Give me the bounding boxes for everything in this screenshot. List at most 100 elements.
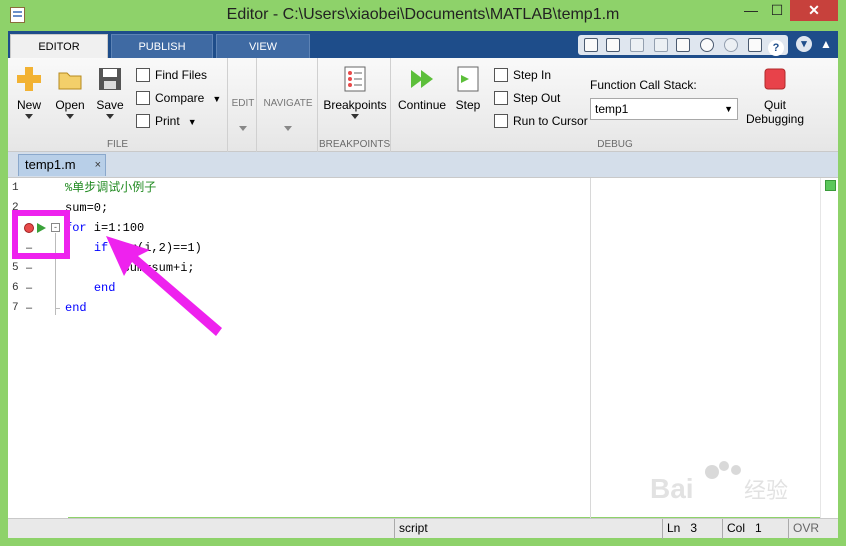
paste-icon[interactable] — [676, 38, 690, 52]
document-tab-name: temp1.m — [25, 157, 76, 172]
debug-group: Continue Step Step In Step Out Run to Cu… — [392, 58, 838, 152]
status-bar: script Ln 3 Col 1 OVR — [8, 518, 838, 539]
save-label: Save — [96, 98, 124, 112]
stop-icon — [764, 68, 786, 90]
quit-debugging-button[interactable]: Quit Debugging — [744, 66, 806, 126]
save-button[interactable]: Save — [94, 66, 126, 119]
breakpoints-group-label: BREAKPOINTS — [319, 139, 391, 150]
step-icon — [457, 66, 479, 92]
switch-windows-icon[interactable] — [748, 38, 762, 52]
document-tab-temp1[interactable]: temp1.m × — [18, 154, 106, 176]
navigate-label: NAVIGATE — [263, 98, 313, 109]
ln-label: Ln — [667, 521, 681, 535]
step-out-button[interactable]: Step Out — [494, 89, 560, 107]
vertical-scrollbar[interactable] — [820, 178, 838, 518]
new-file-icon[interactable] — [584, 38, 598, 52]
code-text: i=1:100 — [86, 221, 145, 235]
navigate-group[interactable]: NAVIGATE — [258, 58, 318, 152]
tab-publish[interactable]: PUBLISH — [111, 34, 213, 58]
copy-icon[interactable] — [654, 38, 668, 52]
compare-button[interactable]: Compare ▼ — [136, 89, 221, 107]
ln-value: 3 — [690, 521, 698, 535]
edit-label: EDIT — [231, 98, 255, 109]
printer-icon — [136, 114, 150, 128]
chevron-down-icon — [25, 114, 33, 119]
svg-text:Bai: Bai — [650, 473, 694, 504]
step-button[interactable]: Step — [452, 66, 484, 112]
editor-window: Editor - C:\Users\xiaobei\Documents\MATL… — [0, 0, 846, 546]
chevron-down-icon: ▼ — [187, 117, 197, 127]
code-line[interactable]: %单步调试小例子 — [65, 178, 156, 198]
code-keyword: if — [93, 241, 109, 255]
collapse-ribbon-icon[interactable]: ▲ — [820, 37, 832, 51]
chevron-down-icon: ▼ — [212, 94, 222, 104]
debugging-label: Debugging — [745, 112, 805, 126]
open-button[interactable]: Open — [54, 66, 86, 119]
code-line[interactable]: for i=1:100 — [65, 218, 144, 238]
edit-group[interactable]: EDIT — [229, 58, 257, 152]
options-dropdown-icon[interactable]: ▾ — [796, 36, 812, 52]
right-margin-line — [590, 178, 591, 518]
baidu-watermark: Bai 经验 — [646, 456, 806, 516]
run-to-cursor-button[interactable]: Run to Cursor — [494, 112, 588, 130]
print-button[interactable]: Print ▼ — [136, 112, 197, 130]
folder-icon — [58, 72, 82, 90]
code-line[interactable]: if rem(i,2)==1) — [65, 238, 202, 258]
code-line[interactable]: sum=0; — [65, 198, 108, 218]
code-keyword: end — [93, 281, 116, 295]
code-area[interactable]: %单步调试小例子 sum=0; for i=1:100 if rem(i,2)==1… — [8, 178, 590, 518]
code-text: rem(i,2)==1) — [108, 241, 202, 255]
compare-label: Compare — [155, 91, 205, 105]
status-col: Col 1 — [722, 519, 786, 539]
redo-icon[interactable] — [724, 38, 738, 52]
compare-icon — [136, 91, 150, 105]
file-group: New Open Save Find Files Compare ▼ Print ▼… — [8, 58, 228, 152]
breakpoints-group: Breakpoints BREAKPOINTS — [319, 58, 391, 152]
code-comment: %单步调试小例子 — [65, 181, 157, 195]
floppy-icon — [99, 68, 121, 90]
close-tab-icon[interactable]: × — [95, 155, 101, 175]
status-ovr: OVR — [788, 519, 828, 539]
find-files-button[interactable]: Find Files — [136, 66, 207, 84]
new-button[interactable]: New — [14, 66, 44, 119]
close-button[interactable]: ✕ — [790, 0, 838, 21]
debug-group-label: DEBUG — [597, 139, 633, 150]
find-files-label: Find Files — [155, 68, 208, 82]
chevron-down-icon — [106, 114, 114, 119]
chevron-down-icon — [284, 126, 292, 131]
status-mode: script — [394, 519, 658, 539]
ribbon-tab-bar: EDITOR PUBLISH VIEW ? ▾ ▲ — [8, 31, 838, 58]
quick-access-toolbar: ? — [578, 35, 788, 56]
open-label: Open — [55, 98, 85, 112]
cut-icon[interactable] — [630, 38, 644, 52]
code-line[interactable]: end — [65, 278, 116, 298]
code-text: sum=sum+i; — [65, 261, 195, 275]
find-files-icon — [136, 68, 150, 82]
breakpoints-button[interactable]: Breakpoints — [323, 66, 387, 119]
document-tab-bar: temp1.m × — [8, 152, 838, 177]
chevron-down-icon — [351, 114, 359, 119]
step-in-button[interactable]: Step In — [494, 66, 551, 84]
step-label: Step — [455, 98, 481, 112]
tab-editor[interactable]: EDITOR — [10, 34, 108, 58]
help-icon[interactable]: ? — [768, 40, 784, 56]
save-icon[interactable] — [606, 38, 620, 52]
code-line[interactable]: end — [65, 298, 87, 318]
col-label: Col — [727, 521, 746, 535]
breakpoint-highlight-box — [12, 210, 70, 259]
code-line[interactable]: sum=sum+i; — [65, 258, 195, 278]
continue-label: Continue — [398, 98, 447, 112]
svg-text:经验: 经验 — [744, 479, 788, 504]
col-value: 1 — [755, 521, 762, 535]
breakpoints-label: Breakpoints — [323, 98, 387, 112]
continue-button[interactable]: Continue — [398, 66, 446, 112]
undo-icon[interactable] — [700, 38, 714, 52]
minimize-button[interactable]: — — [738, 0, 764, 21]
code-text: sum=0; — [65, 201, 109, 215]
tab-view[interactable]: VIEW — [216, 34, 310, 58]
function-call-stack-select[interactable]: temp1 ▼ — [590, 98, 738, 120]
run-to-cursor-icon — [494, 114, 508, 128]
code-keyword: end — [65, 301, 87, 315]
ribbon: New Open Save Find Files Compare ▼ Print ▼… — [8, 58, 838, 152]
maximize-button[interactable]: ☐ — [764, 0, 790, 21]
